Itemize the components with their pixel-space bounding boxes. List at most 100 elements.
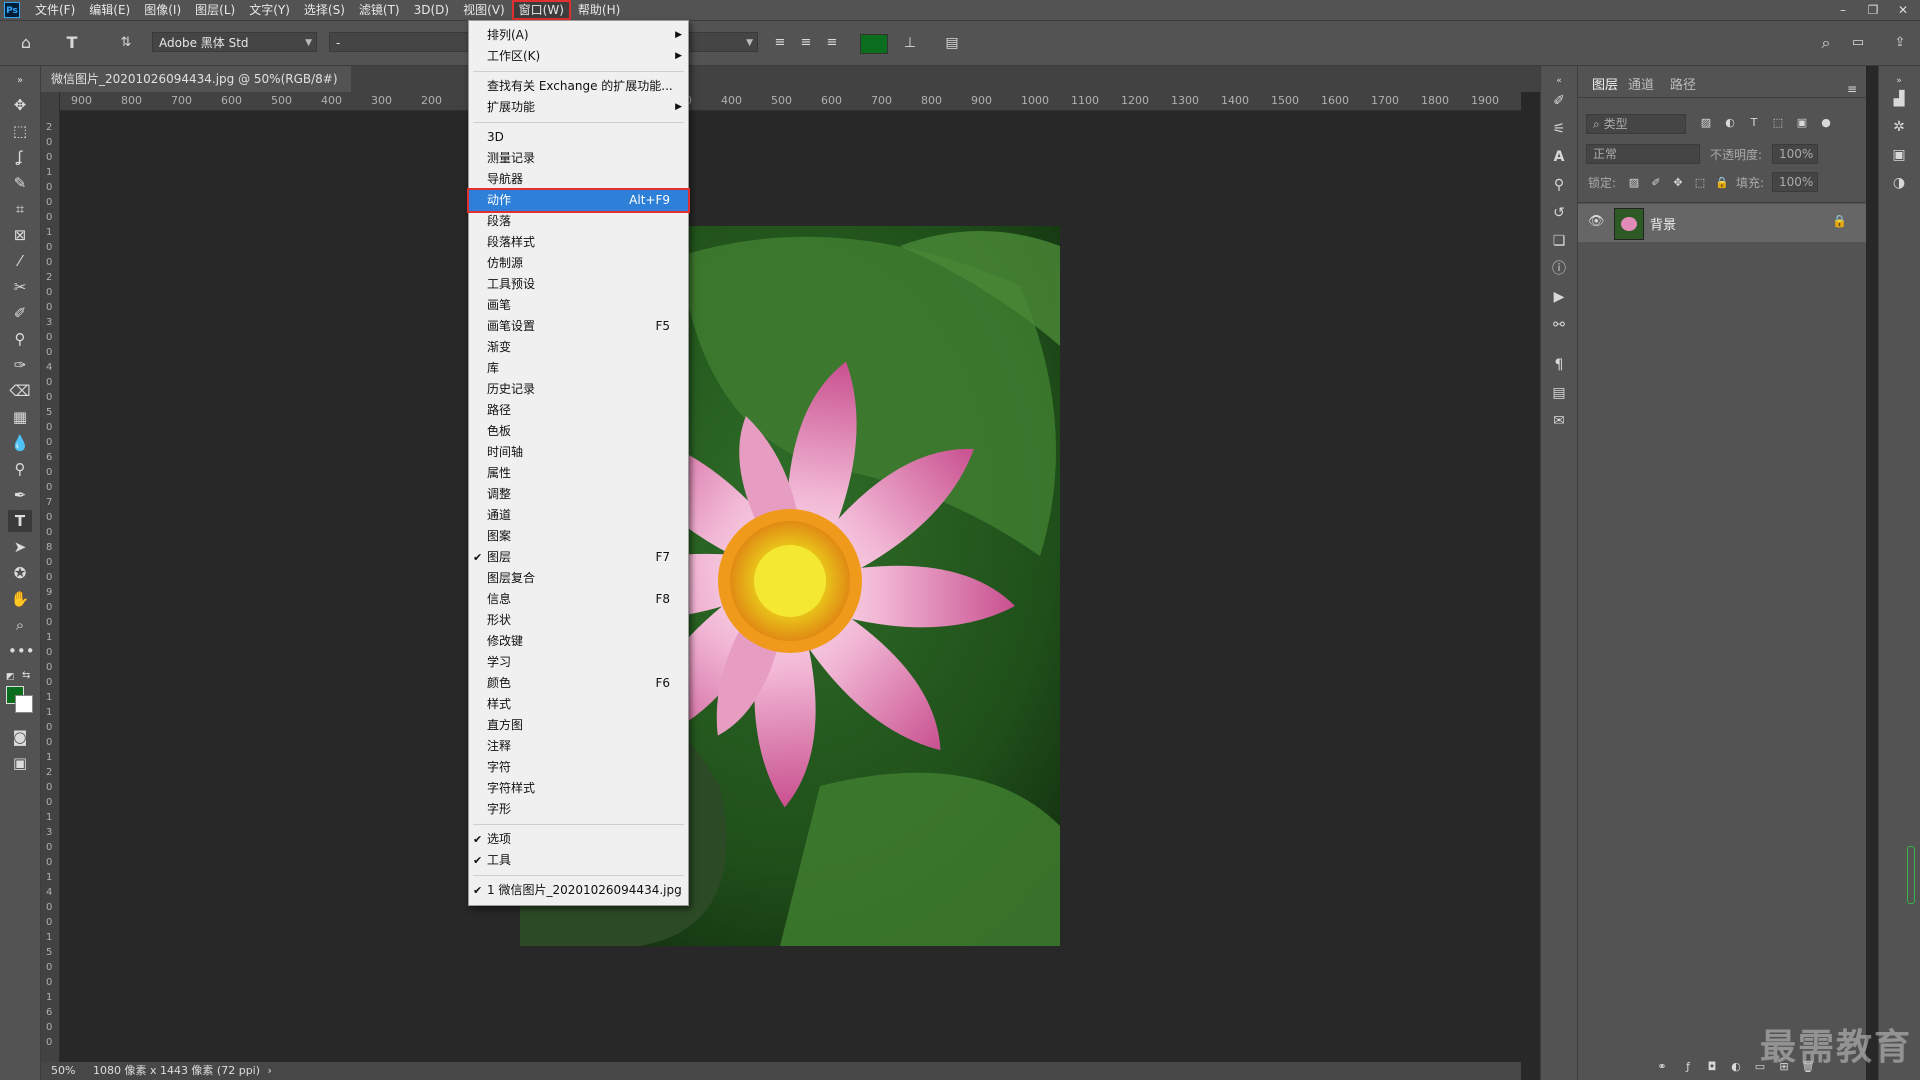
- hand-tool-icon[interactable]: ✋: [8, 588, 32, 610]
- eraser-tool-icon[interactable]: ⌫: [8, 380, 32, 402]
- menu-9[interactable]: 窗口(W): [511, 0, 571, 20]
- text-orientation-icon[interactable]: ⇅: [114, 31, 138, 55]
- close-window-button[interactable]: ✕: [1890, 0, 1916, 20]
- properties-icon[interactable]: ▤: [1547, 382, 1571, 404]
- brush-settings-icon[interactable]: ✐: [1547, 90, 1571, 112]
- lasso-tool-icon[interactable]: ʆ: [8, 146, 32, 168]
- zoom-tool-icon[interactable]: ⌕: [8, 614, 32, 636]
- home-icon[interactable]: ⌂: [14, 31, 38, 55]
- filter-type-icon[interactable]: T: [1742, 112, 1766, 134]
- menu-1[interactable]: 编辑(E): [82, 0, 137, 20]
- quick-mask-icon[interactable]: ◙: [8, 726, 32, 748]
- lock-position-icon[interactable]: ✥: [1666, 172, 1690, 194]
- menu-7[interactable]: 3D(D): [407, 0, 456, 20]
- history-brush-tool-icon[interactable]: ✑: [8, 354, 32, 376]
- marquee-tool-icon[interactable]: ⬚: [8, 120, 32, 142]
- paragraph-icon[interactable]: ¶: [1547, 354, 1571, 376]
- visibility-eye-icon[interactable]: 👁: [1588, 214, 1605, 229]
- eyedropper-tool-icon[interactable]: ⁄: [8, 250, 32, 272]
- search-icon[interactable]: ⌕: [1814, 31, 1838, 55]
- menu-10[interactable]: 帮助(H): [571, 0, 627, 20]
- menu-item[interactable]: ✔ 图层 F7: [469, 547, 688, 568]
- panel-tab-1[interactable]: 通道: [1628, 74, 1654, 93]
- text-color-swatch[interactable]: [860, 34, 888, 54]
- photoshop-logo-icon[interactable]: Ps: [4, 2, 20, 18]
- scroll-indicator[interactable]: [1907, 846, 1915, 904]
- screen-mode-icon[interactable]: ▣: [8, 752, 32, 774]
- gradient-tool-icon[interactable]: ▦: [8, 406, 32, 428]
- menu-0[interactable]: 文件(F): [28, 0, 82, 20]
- filter-smart-object-icon[interactable]: ▣: [1790, 112, 1814, 134]
- info-icon[interactable]: ⓘ: [1547, 258, 1571, 280]
- history-icon[interactable]: ↺: [1547, 202, 1571, 224]
- menu-item[interactable]: 字符: [469, 757, 688, 778]
- filter-toggle-icon[interactable]: ●: [1814, 112, 1838, 134]
- menu-item[interactable]: 段落样式: [469, 232, 688, 253]
- align-left-icon[interactable]: ≡: [768, 31, 792, 55]
- menu-item[interactable]: 色板: [469, 421, 688, 442]
- lock-all-icon[interactable]: 🔒: [1710, 172, 1734, 194]
- menu-item[interactable]: 3D: [469, 127, 688, 148]
- path-selection-tool-icon[interactable]: ➤: [8, 536, 32, 558]
- panel-menu-icon[interactable]: ≡: [1840, 78, 1864, 100]
- zoom-level[interactable]: 50%: [51, 1064, 75, 1077]
- panel-tab-2[interactable]: 路径: [1670, 74, 1696, 93]
- menu-item[interactable]: 工具预设: [469, 274, 688, 295]
- layer-comps-icon[interactable]: ❏: [1547, 230, 1571, 252]
- lock-artboard-icon[interactable]: ⬚: [1688, 172, 1712, 194]
- pen-tool-icon[interactable]: ✒: [8, 484, 32, 506]
- link-layers-icon[interactable]: ⚭: [1650, 1056, 1674, 1078]
- menu-5[interactable]: 选择(S): [297, 0, 352, 20]
- menu-item[interactable]: 信息 F8: [469, 589, 688, 610]
- menu-item[interactable]: 测量记录: [469, 148, 688, 169]
- blend-mode-select[interactable]: 正常: [1586, 144, 1700, 164]
- adjustments-icon[interactable]: ⚟: [1547, 118, 1571, 140]
- font-style-select[interactable]: -: [329, 32, 469, 52]
- menu-item[interactable]: 历史记录: [469, 379, 688, 400]
- clone-stamp-tool-icon[interactable]: ⚲: [8, 328, 32, 350]
- blur-tool-icon[interactable]: 💧: [8, 432, 32, 454]
- menu-item[interactable]: ✔ 工具: [469, 850, 688, 871]
- menu-item[interactable]: 时间轴: [469, 442, 688, 463]
- paths-icon[interactable]: ⚯: [1547, 314, 1571, 336]
- menu-item[interactable]: 形状: [469, 610, 688, 631]
- swap-colors-icon[interactable]: ⇆: [22, 670, 30, 681]
- menu-item[interactable]: 仿制源: [469, 253, 688, 274]
- filter-shape-icon[interactable]: ⬚: [1766, 112, 1790, 134]
- menu-item[interactable]: 属性: [469, 463, 688, 484]
- menu-6[interactable]: 滤镜(T): [352, 0, 407, 20]
- menu-item[interactable]: 通道: [469, 505, 688, 526]
- menu-item[interactable]: 字符样式: [469, 778, 688, 799]
- menu-item[interactable]: ✔ 1 微信图片_20201026094434.jpg: [469, 880, 688, 901]
- dodge-tool-icon[interactable]: ⚲: [8, 458, 32, 480]
- lock-image-icon[interactable]: ✐: [1644, 172, 1668, 194]
- background-color-swatch[interactable]: [15, 695, 33, 713]
- color-icon[interactable]: ◑: [1887, 172, 1911, 194]
- workspace-icon[interactable]: ▭: [1846, 31, 1870, 55]
- lock-transparent-icon[interactable]: ▨: [1622, 172, 1646, 194]
- opacity-input[interactable]: 100%: [1772, 144, 1818, 164]
- menu-item[interactable]: 扩展功能 ▶: [469, 97, 688, 118]
- align-right-icon[interactable]: ≡: [820, 31, 844, 55]
- menu-item[interactable]: 路径: [469, 400, 688, 421]
- menu-item[interactable]: 颜色 F6: [469, 673, 688, 694]
- character-icon[interactable]: A: [1547, 146, 1571, 168]
- collapse-toolbar-icon[interactable]: »: [8, 70, 32, 92]
- anti-alias-select[interactable]: ▼: [688, 32, 758, 52]
- minimize-button[interactable]: –: [1830, 0, 1856, 20]
- menu-item[interactable]: 段落: [469, 211, 688, 232]
- menu-item[interactable]: 渐变: [469, 337, 688, 358]
- histogram-icon[interactable]: ▟: [1887, 88, 1911, 110]
- menu-3[interactable]: 图层(L): [188, 0, 242, 20]
- font-family-select[interactable]: Adobe 黑体 Std ▼: [152, 32, 317, 52]
- align-center-icon[interactable]: ≡: [794, 31, 818, 55]
- menu-item[interactable]: 调整: [469, 484, 688, 505]
- menu-item[interactable]: 画笔: [469, 295, 688, 316]
- brush-tool-icon[interactable]: ✐: [8, 302, 32, 324]
- menu-item[interactable]: 注释: [469, 736, 688, 757]
- menu-4[interactable]: 文字(Y): [242, 0, 297, 20]
- menu-item[interactable]: 导航器: [469, 169, 688, 190]
- menu-item[interactable]: 查找有关 Exchange 的扩展功能...: [469, 76, 688, 97]
- menu-item[interactable]: 库: [469, 358, 688, 379]
- navigator-icon[interactable]: ✲: [1887, 116, 1911, 138]
